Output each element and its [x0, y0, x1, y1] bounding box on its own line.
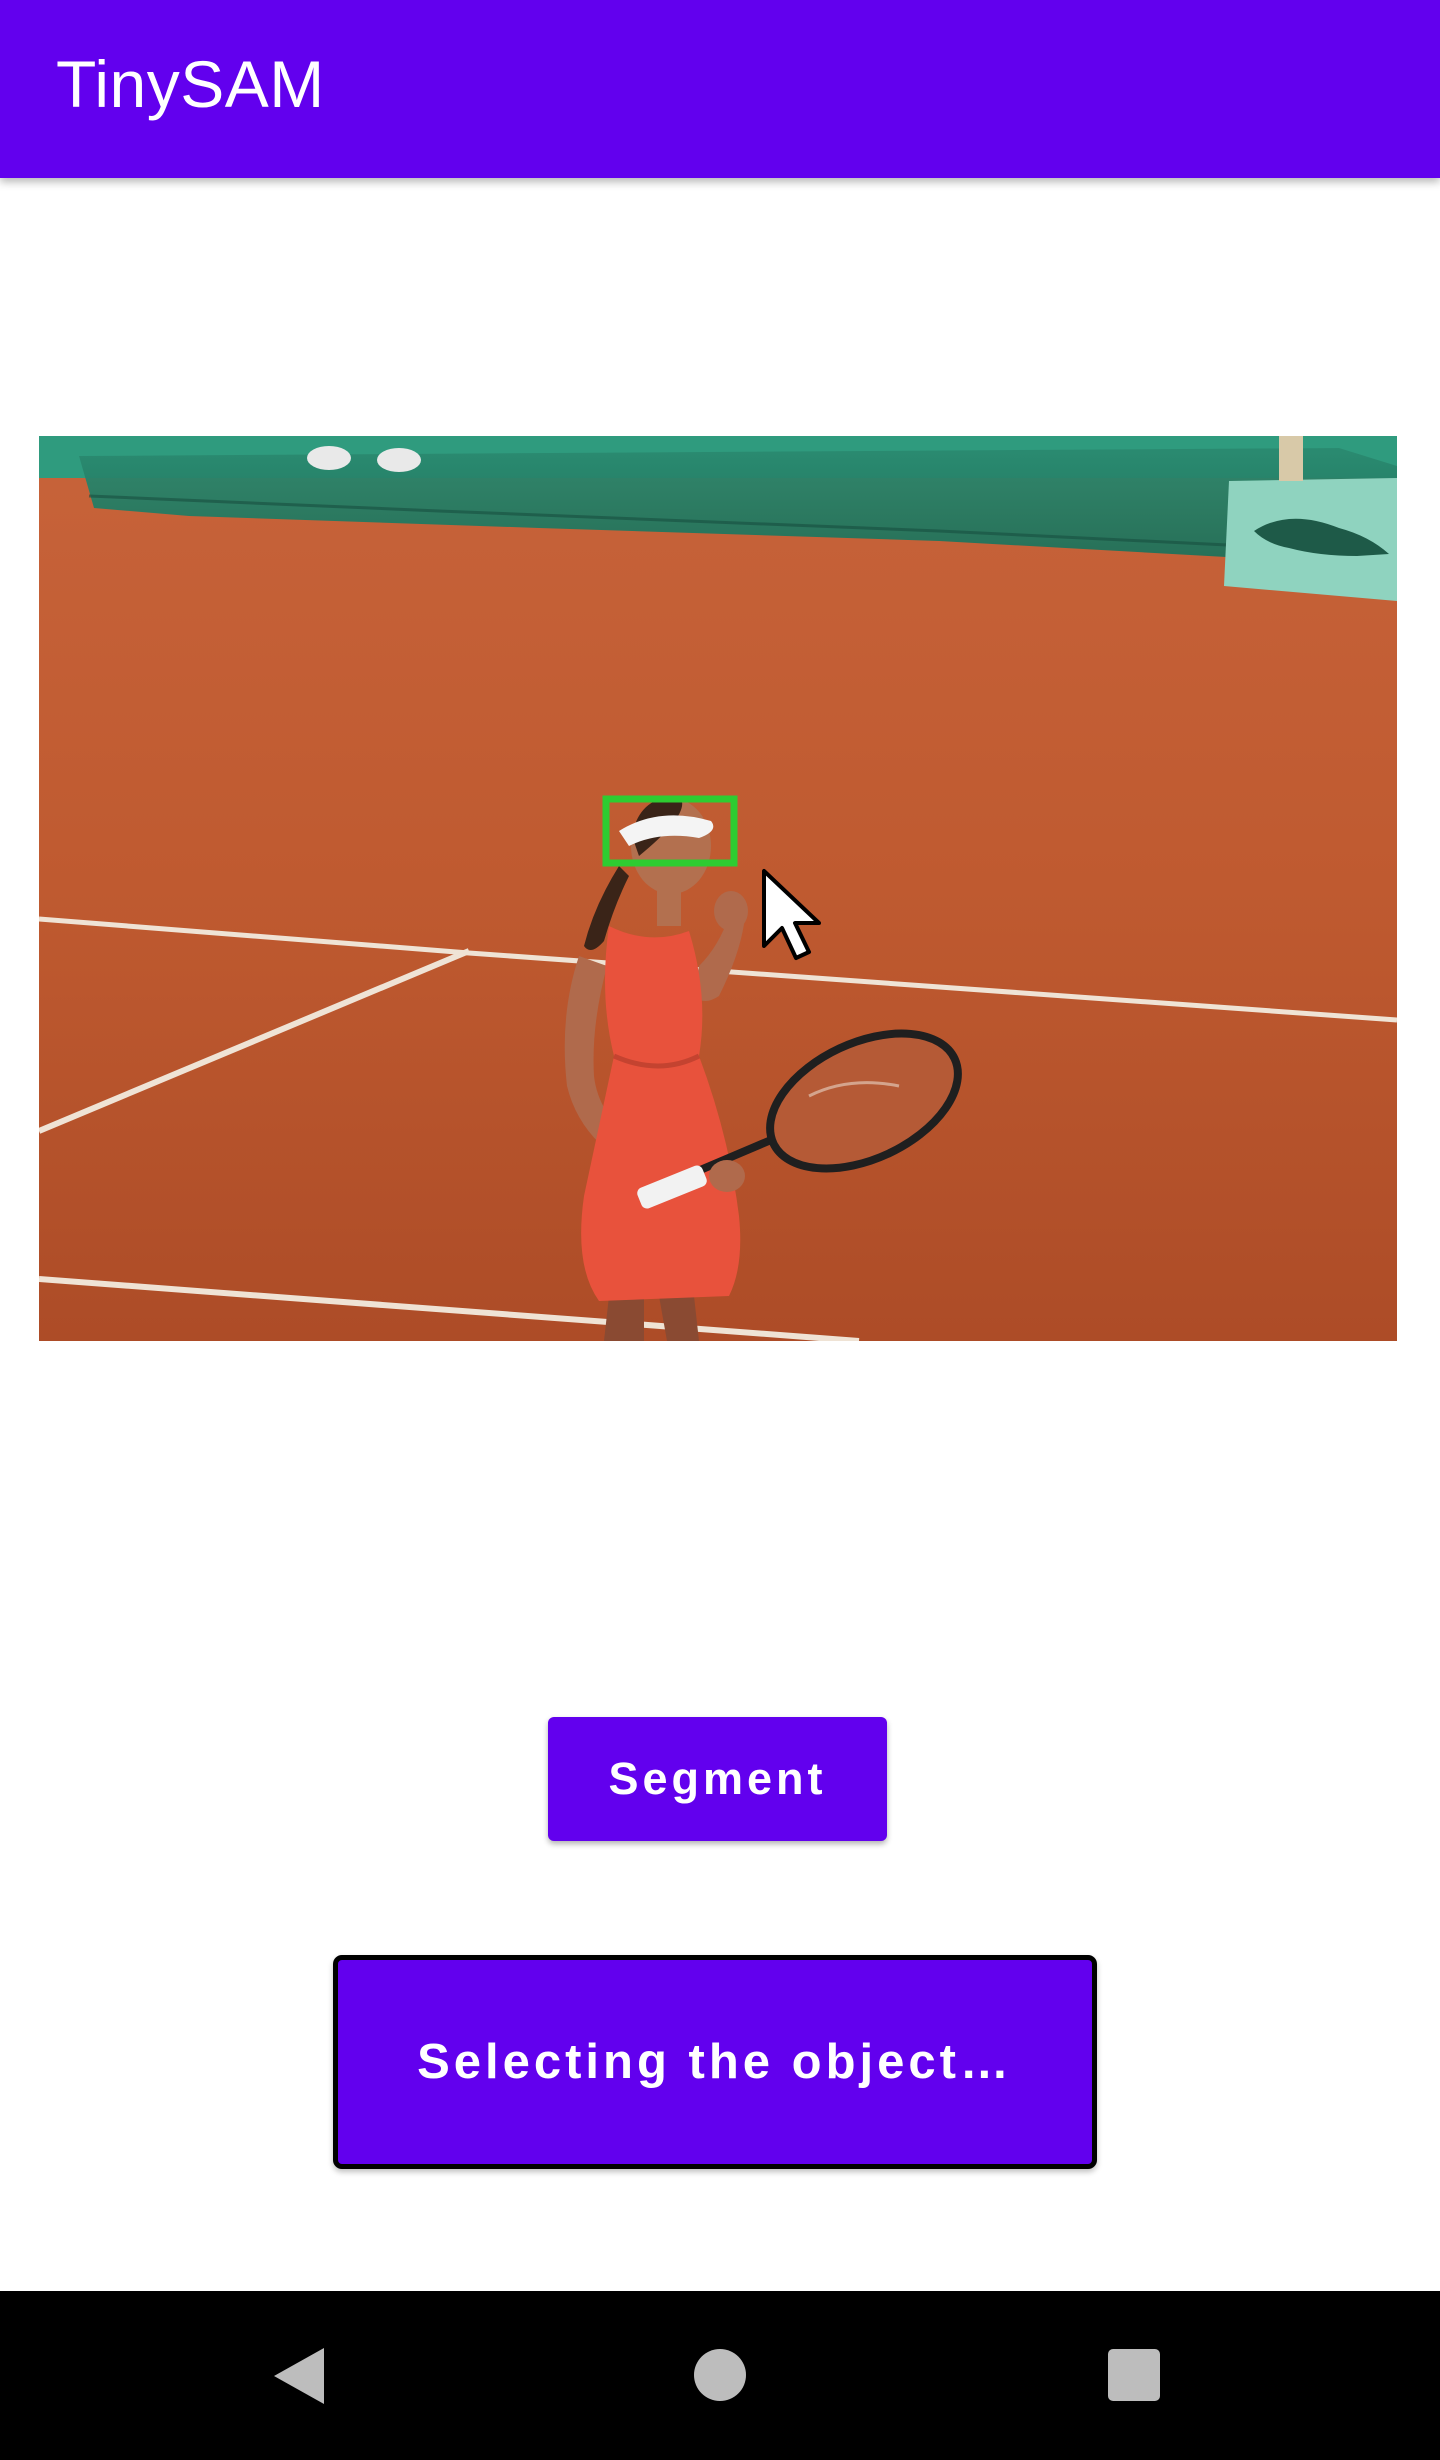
back-icon[interactable] — [274, 2348, 324, 2404]
segment-button[interactable]: Segment — [548, 1717, 887, 1841]
status-message: Selecting the object… — [333, 1955, 1097, 2169]
home-icon[interactable] — [694, 2349, 746, 2401]
app-bar: TinySAM — [0, 0, 1440, 178]
recents-icon[interactable] — [1108, 2349, 1160, 2401]
app-title: TinySAM — [56, 47, 325, 121]
tennis-photo[interactable] — [39, 436, 1397, 1341]
